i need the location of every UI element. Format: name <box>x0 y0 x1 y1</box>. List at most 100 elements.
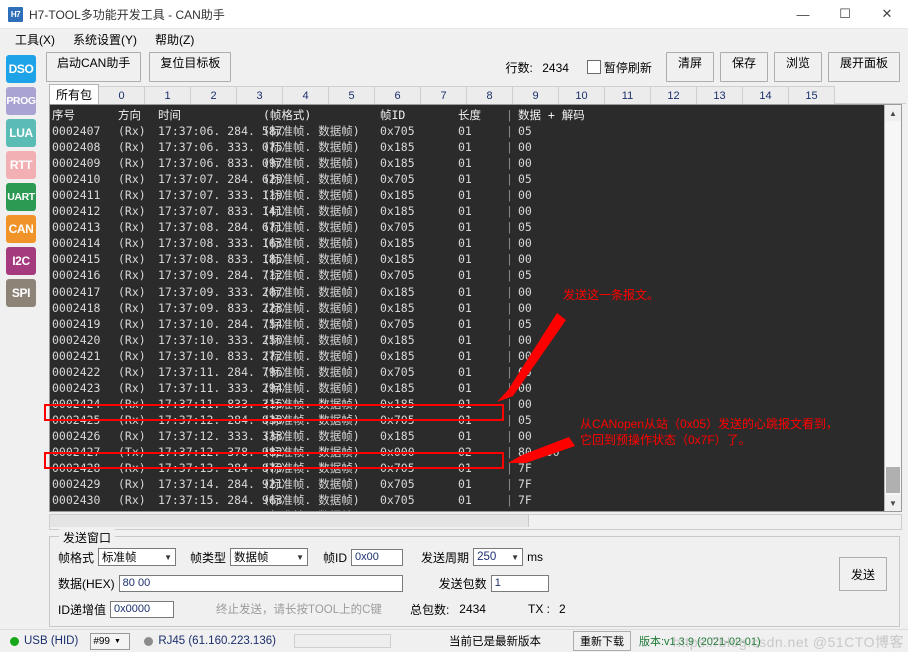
rail-button-dso[interactable]: DSO <box>6 55 36 83</box>
rail-button-rtt[interactable]: RTT <box>6 151 36 179</box>
log-cell-frame-format: (标准帧. 数据帧) <box>263 332 360 347</box>
frame-id-input[interactable]: 0x00 <box>351 548 404 566</box>
menu-item-help[interactable]: 帮助(Z) <box>146 29 203 50</box>
menu-item-settings[interactable]: 系统设置(Y) <box>64 29 146 50</box>
table-row[interactable]: 0002419 (Rx) 17:37:10. 284. 754 (标准帧. 数据帧) 0… <box>52 316 884 332</box>
start-can-assistant-button[interactable]: 启动CAN助手 <box>46 52 142 82</box>
table-row[interactable]: 0002429 (Rx) 17:37:14. 284. 921 (标准帧. 数据帧) 0… <box>52 476 884 492</box>
table-row[interactable]: 0002427 (Tx) 17:37:12. 378. 982 (标准帧. 数据帧) 0… <box>52 444 884 460</box>
rail-button-i2c[interactable]: I2C <box>6 247 36 275</box>
tab-11[interactable]: 11 <box>604 86 652 104</box>
table-row[interactable]: 0002428 (Rx) 17:37:13. 284. 879 (标准帧. 数据帧) 0… <box>52 460 884 476</box>
log-cell-frame-format: (标准帧. 数据帧) <box>263 252 360 267</box>
tab-3[interactable]: 3 <box>236 86 284 104</box>
table-row[interactable]: 0002416 (Rx) 17:37:09. 284. 712 (标准帧. 数据帧) 0… <box>52 267 884 283</box>
table-row[interactable]: 0002420 (Rx) 17:37:10. 333. 250 (标准帧. 数据帧) 0… <box>52 332 884 348</box>
rail-button-spi[interactable]: SPI <box>6 279 36 307</box>
reset-target-board-button[interactable]: 复位目标板 <box>149 52 232 82</box>
log-cell-separator: | <box>506 140 513 155</box>
menu-bar: 工具(X) 系统设置(Y) 帮助(Z) <box>0 29 908 49</box>
frame-format-select[interactable]: 标准帧 ▼ <box>98 548 177 566</box>
tab-12[interactable]: 12 <box>650 86 698 104</box>
scroll-thumb[interactable] <box>886 467 900 493</box>
chevron-down-icon[interactable]: ▼ <box>503 553 519 562</box>
send-period-select[interactable]: 250 ▼ <box>473 548 524 566</box>
table-row[interactable]: 0002411 (Rx) 17:37:07. 333. 119 (标准帧. 数据帧) 0… <box>52 187 884 203</box>
send-button[interactable]: 发送 <box>839 557 887 591</box>
log-cell-data: 00 <box>518 188 532 203</box>
tab-10[interactable]: 10 <box>558 86 606 104</box>
browse-button[interactable]: 浏览 <box>773 52 822 82</box>
expand-panel-button[interactable]: 展开面板 <box>827 52 900 82</box>
table-row[interactable]: 0002418 (Rx) 17:37:09. 833. 228 (标准帧. 数据帧) 0… <box>52 300 884 316</box>
table-row[interactable]: 0002430 (Rx) 17:37:15. 284. 963 (标准帧. 数据帧) 0… <box>52 492 884 508</box>
log-cell-length: 01 <box>458 236 472 251</box>
tab-2[interactable]: 2 <box>190 86 238 104</box>
tab-6[interactable]: 6 <box>374 86 422 104</box>
hscroll-thumb[interactable] <box>50 515 529 527</box>
tab-13[interactable]: 13 <box>696 86 744 104</box>
table-row[interactable]: 0002414 (Rx) 17:37:08. 333. 163 (标准帧. 数据帧) 0… <box>52 235 884 251</box>
save-button[interactable]: 保存 <box>719 52 768 82</box>
pause-refresh-checkbox[interactable]: 暂停刷新 <box>586 59 652 76</box>
scroll-up-icon[interactable]: ▲ <box>885 105 901 121</box>
log-cell-time: 17:37:07. 833. 141 <box>158 204 283 219</box>
table-row[interactable]: 0002413 (Rx) 17:37:08. 284. 671 (标准帧. 数据帧) 0… <box>52 219 884 235</box>
table-row[interactable]: 0002409 (Rx) 17:37:06. 833. 097 (标准帧. 数据帧) 0… <box>52 155 884 171</box>
log-cell-frame-id: 0x185 <box>380 284 415 299</box>
log-vertical-scrollbar[interactable]: ▲ ▼ <box>884 105 901 511</box>
device-id-select[interactable]: #99 ▼ <box>90 632 131 650</box>
menu-item-tools[interactable]: 工具(X) <box>6 29 64 50</box>
log-cell-direction: (Rx) <box>118 252 146 267</box>
frame-type-select[interactable]: 数据帧 ▼ <box>230 548 309 566</box>
usb-status-label: USB (HID) <box>24 635 79 647</box>
table-row[interactable]: 0002408 (Rx) 17:37:06. 333. 075 (标准帧. 数据帧) 0… <box>52 139 884 155</box>
chevron-down-icon[interactable]: ▼ <box>288 553 304 562</box>
table-row[interactable]: 0002431(Rx)17:37:16. 285. 005(标准帧. 数据帧)0… <box>52 508 884 511</box>
table-row[interactable]: 0002422 (Rx) 17:37:11. 284. 796 (标准帧. 数据帧) 0… <box>52 364 884 380</box>
tab-4[interactable]: 4 <box>282 86 330 104</box>
table-row[interactable]: 0002426 (Rx) 17:37:12. 333. 338 (标准帧. 数据帧) 0… <box>52 428 884 444</box>
table-row[interactable]: 0002415 (Rx) 17:37:08. 833. 185 (标准帧. 数据帧) 0… <box>52 251 884 267</box>
tab-14[interactable]: 14 <box>742 86 790 104</box>
tab-8[interactable]: 8 <box>466 86 514 104</box>
table-row[interactable]: 0002423 (Rx) 17:37:11. 333. 294 (标准帧. 数据帧) 0… <box>52 380 884 396</box>
tab-1[interactable]: 1 <box>144 86 192 104</box>
log-horizontal-scrollbar[interactable] <box>49 514 902 530</box>
checkbox-box-icon[interactable] <box>586 60 601 74</box>
chevron-down-icon[interactable]: ▼ <box>156 553 172 562</box>
close-icon[interactable]: ✕ <box>866 0 908 28</box>
maximize-icon[interactable]: ☐ <box>824 0 866 28</box>
rail-button-prog[interactable]: PROG <box>6 87 36 115</box>
version-label: 版本:v1.3.9 (2021-02-01) <box>638 636 761 648</box>
rail-button-lua[interactable]: LUA <box>6 119 36 147</box>
rail-button-uart[interactable]: UART <box>6 183 36 211</box>
minimize-icon[interactable]: — <box>782 0 824 28</box>
redownload-button[interactable]: 重新下载 <box>572 631 631 651</box>
tab-5[interactable]: 5 <box>328 86 376 104</box>
tab-all-packets[interactable]: 所有包 <box>49 84 100 104</box>
clear-screen-button[interactable]: 清屏 <box>665 52 714 82</box>
tab-0[interactable]: 0 <box>98 86 146 104</box>
table-row[interactable]: 0002412 (Rx) 17:37:07. 833. 141 (标准帧. 数据帧) 0… <box>52 203 884 219</box>
chevron-down-icon[interactable]: ▼ <box>114 638 121 645</box>
rail-button-can[interactable]: CAN <box>6 215 36 243</box>
table-row[interactable]: 0002425 (Rx) 17:37:12. 284. 838 (标准帧. 数据帧) 0… <box>52 412 884 428</box>
table-row[interactable]: 0002407 (Rx) 17:37:06. 284. 587 (标准帧. 数据帧) 0… <box>52 123 884 139</box>
log-cell-frame-id: 0x705 <box>380 508 458 511</box>
table-row[interactable]: 0002424 (Rx) 17:37:11. 833. 316 (标准帧. 数据帧) 0… <box>52 396 884 412</box>
table-row[interactable]: 0002410 (Rx) 17:37:07. 284. 629 (标准帧. 数据帧) 0… <box>52 171 884 187</box>
id-step-input[interactable]: 0x0000 <box>110 600 175 618</box>
log-cell-frame-id: 0x185 <box>380 188 415 203</box>
table-row[interactable]: 0002417 (Rx) 17:37:09. 333. 207 (标准帧. 数据帧) 0… <box>52 284 884 300</box>
tab-9[interactable]: 9 <box>512 86 560 104</box>
table-row[interactable]: 0002421 (Rx) 17:37:10. 833. 272 (标准帧. 数据帧) 0… <box>52 348 884 364</box>
can-log-list[interactable]: 序号 方向 时间 (帧格式) 帧ID 长度 | 数据 + 解码 0002407 (… <box>50 105 884 511</box>
data-hex-input[interactable]: 80 00 <box>118 574 403 592</box>
packet-count-input[interactable]: 1 <box>490 574 549 592</box>
tab-7[interactable]: 7 <box>420 86 468 104</box>
scroll-down-icon[interactable]: ▼ <box>885 495 901 511</box>
log-cell-sequence: 0002413 <box>52 220 101 235</box>
tab-15[interactable]: 15 <box>788 86 836 104</box>
scroll-track[interactable] <box>885 121 901 495</box>
